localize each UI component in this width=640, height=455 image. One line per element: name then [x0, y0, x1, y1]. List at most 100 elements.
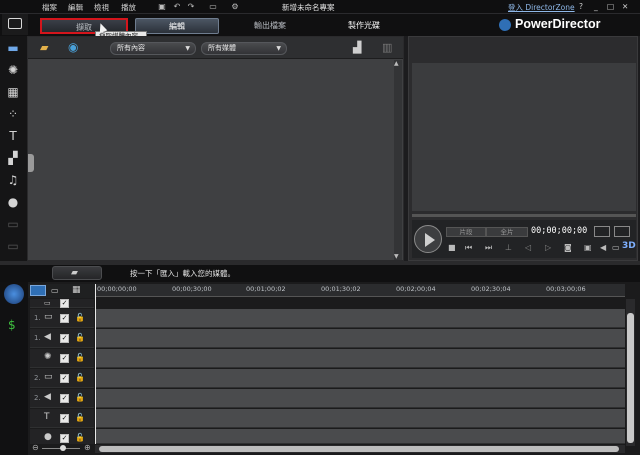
- lock-icon[interactable]: 🔓: [75, 373, 85, 382]
- lock-icon[interactable]: 🔓: [75, 333, 85, 342]
- help-button[interactable]: ?: [579, 2, 583, 11]
- minimize-button[interactable]: _: [594, 2, 598, 11]
- settings-gear-icon[interactable]: ⚙: [230, 2, 240, 12]
- track-header-title: T ✓ 🔓: [30, 409, 94, 428]
- undo-icon[interactable]: ↶: [172, 2, 182, 12]
- save-icon[interactable]: ▣: [157, 2, 167, 12]
- pip-room-icon[interactable]: ▦: [4, 84, 22, 100]
- track-enable-checkbox[interactable]: ✓: [60, 414, 69, 423]
- import-button[interactable]: ▰: [52, 266, 102, 280]
- mode-movie-toggle[interactable]: 全片: [486, 227, 528, 237]
- voice-over-icon[interactable]: ●: [4, 194, 22, 210]
- track-header-effect: ✺ ✓ 🔓: [30, 349, 94, 368]
- track-lane-effect[interactable]: [95, 349, 625, 368]
- track-enable-checkbox[interactable]: ✓: [60, 374, 69, 383]
- maximize-button[interactable]: □: [607, 2, 614, 11]
- scene-detect-icon[interactable]: ▟: [353, 41, 361, 54]
- scroll-up-icon[interactable]: ▲: [394, 60, 399, 67]
- timeline-hscrollbar[interactable]: [95, 445, 625, 453]
- track-lane-video-1[interactable]: [95, 309, 625, 328]
- track-manager-icon[interactable]: ▦: [72, 285, 81, 295]
- magic-wand-icon[interactable]: [4, 284, 24, 304]
- menu-view[interactable]: 檢視: [94, 2, 109, 13]
- prev-frame-icon[interactable]: ⏮: [465, 243, 472, 253]
- menu-bar: 檔案 編輯 檢視 播放 ▣ ↶ ↷ ▭ ⚙ 新增未命名專案 登入 Directo…: [0, 0, 640, 14]
- library-toolbar: ▰ ◉ 所有內容 ▼ 所有媒體 ▼ ▟ ▥: [28, 37, 403, 59]
- rewind-icon[interactable]: ◁: [525, 243, 531, 252]
- redo-icon[interactable]: ↷: [186, 2, 196, 12]
- timecode-mode-icon[interactable]: [594, 226, 610, 237]
- media-filter-dropdown[interactable]: 所有媒體 ▼: [201, 42, 287, 55]
- lock-icon[interactable]: 🔓: [75, 393, 85, 402]
- track-enable-checkbox[interactable]: ✓: [60, 299, 69, 308]
- track-lane-voice[interactable]: [95, 429, 625, 444]
- track-number: 1.: [34, 334, 41, 342]
- scroll-down-icon[interactable]: ▼: [394, 253, 399, 260]
- lock-icon[interactable]: 🔓: [75, 313, 85, 322]
- menu-file[interactable]: 檔案: [42, 2, 57, 13]
- close-button[interactable]: ✕: [622, 2, 628, 11]
- hscroll-thumb[interactable]: [99, 446, 619, 452]
- transition-room-icon[interactable]: ▞: [4, 150, 22, 166]
- fx-room-icon[interactable]: ✺: [4, 62, 22, 78]
- audio-mixing-icon[interactable]: ♫: [4, 172, 22, 188]
- import-folder-icon[interactable]: ▰: [40, 41, 48, 54]
- track-enable-checkbox[interactable]: ✓: [60, 394, 69, 403]
- track-lane-audio-2[interactable]: [95, 389, 625, 408]
- particle-room-icon[interactable]: ⁘: [4, 106, 22, 122]
- fullscreen-icon[interactable]: ▭: [612, 243, 620, 252]
- title-room-icon[interactable]: T: [4, 128, 22, 144]
- library-scrollbar[interactable]: ▲ ▼: [394, 60, 402, 260]
- layout-icon[interactable]: ▭: [206, 2, 220, 12]
- track-lane-audio-1[interactable]: [95, 329, 625, 348]
- timeline-vscrollbar[interactable]: [626, 299, 635, 446]
- download-media-icon[interactable]: ◉: [68, 40, 78, 54]
- snapshot-camera-icon[interactable]: ◙: [564, 243, 572, 252]
- track-lane-title[interactable]: [95, 409, 625, 428]
- play-button[interactable]: [414, 225, 442, 253]
- zoom-knob[interactable]: [60, 445, 66, 451]
- timeline-view-icon[interactable]: [30, 285, 46, 296]
- lock-icon[interactable]: 🔓: [75, 433, 85, 442]
- track-enable-checkbox[interactable]: ✓: [60, 434, 69, 443]
- tab-produce[interactable]: 輸出檔案: [230, 18, 310, 34]
- lock-icon[interactable]: 🔓: [75, 353, 85, 362]
- 3d-toggle-badge[interactable]: 3D: [622, 241, 636, 251]
- magic-music-icon[interactable]: $: [8, 318, 16, 332]
- track-enable-checkbox[interactable]: ✓: [60, 334, 69, 343]
- library-collapse-handle[interactable]: [28, 154, 34, 172]
- mode-tabs: 擷取 編輯 輸出檔案 製作光碟 擷取媒體內容 PowerDirector: [0, 14, 640, 41]
- track-enable-checkbox[interactable]: ✓: [60, 354, 69, 363]
- forward-icon[interactable]: ▷: [545, 243, 551, 252]
- preview-quality-icon[interactable]: [614, 226, 630, 237]
- undock-icon[interactable]: ▣: [584, 243, 592, 252]
- timecode-display: 00;00;00;00: [531, 226, 588, 236]
- playhead[interactable]: [95, 284, 96, 444]
- menu-play[interactable]: 播放: [121, 2, 136, 13]
- capture-camera-icon[interactable]: [2, 14, 28, 35]
- zoom-slider[interactable]: ⊖ ⊕: [30, 443, 94, 453]
- tab-edit[interactable]: 編輯: [135, 18, 219, 34]
- track-header-top: ▭ ✓: [30, 299, 94, 308]
- mode-movie-label: 全片: [500, 228, 514, 236]
- vscroll-thumb[interactable]: [627, 313, 634, 443]
- zoom-out-icon[interactable]: ⊖: [32, 443, 39, 452]
- volume-icon[interactable]: ◀: [600, 243, 606, 252]
- room-sidebar: ▬ ✺ ▦ ⁘ T ▞ ♫ ● ▭ ▭: [0, 36, 27, 261]
- lock-icon[interactable]: 🔓: [75, 413, 85, 422]
- stop-icon[interactable]: ■: [448, 243, 456, 252]
- split-icon[interactable]: ⊥: [505, 243, 512, 252]
- zoom-in-icon[interactable]: ⊕: [84, 443, 91, 452]
- next-frame-icon[interactable]: ⏭: [485, 243, 492, 253]
- track-lane-video-2[interactable]: [95, 369, 625, 388]
- content-filter-dropdown[interactable]: 所有內容 ▼: [110, 42, 196, 55]
- storyboard-view-icon[interactable]: ▭: [51, 286, 59, 295]
- preview-seekbar[interactable]: [412, 214, 636, 217]
- mode-clip-toggle[interactable]: 片段: [446, 227, 486, 237]
- tab-create-disc[interactable]: 製作光碟: [322, 18, 406, 34]
- media-room-icon[interactable]: ▬: [4, 40, 22, 56]
- track-enable-checkbox[interactable]: ✓: [60, 314, 69, 323]
- signin-link[interactable]: 登入 DirectorZone: [508, 2, 575, 13]
- menu-edit[interactable]: 編輯: [68, 2, 83, 13]
- tab-produce-label: 輸出檔案: [254, 21, 286, 30]
